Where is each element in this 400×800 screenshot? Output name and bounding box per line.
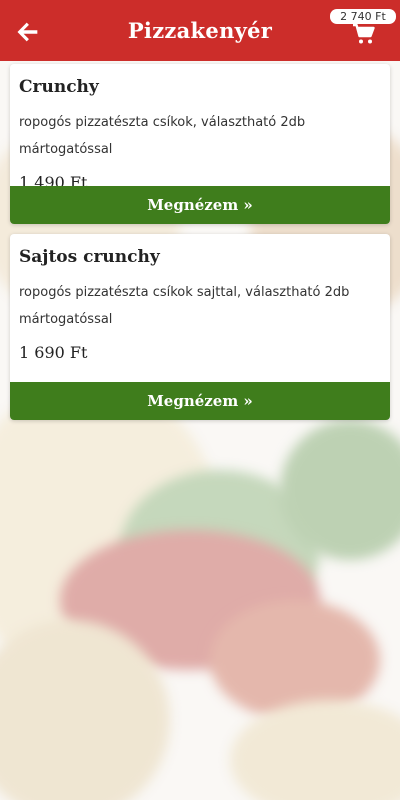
shopping-cart-icon[interactable] [352, 23, 376, 45]
product-card: Sajtos crunchy ropogós pizzatészta csíko… [10, 234, 390, 420]
product-description: ropogós pizzatészta csíkok sajttal, vála… [19, 285, 350, 327]
page-title: Pizzakenyér [127, 18, 273, 43]
arrow-left-icon[interactable] [14, 18, 42, 46]
view-product-button[interactable]: Megnézem » [10, 382, 390, 420]
product-name: Crunchy [19, 77, 99, 97]
product-description: ropogós pizzatészta csíkok, választható … [19, 115, 306, 157]
app-header: Pizzakenyér 2 740 Ft [0, 0, 400, 61]
product-price: 1 690 Ft [19, 343, 88, 362]
cart-total-badge[interactable]: 2 740 Ft [330, 9, 396, 24]
product-name: Sajtos crunchy [19, 247, 160, 267]
view-product-button[interactable]: Megnézem » [10, 186, 390, 224]
product-card: Crunchy ropogós pizzatészta csíkok, vála… [10, 64, 390, 224]
